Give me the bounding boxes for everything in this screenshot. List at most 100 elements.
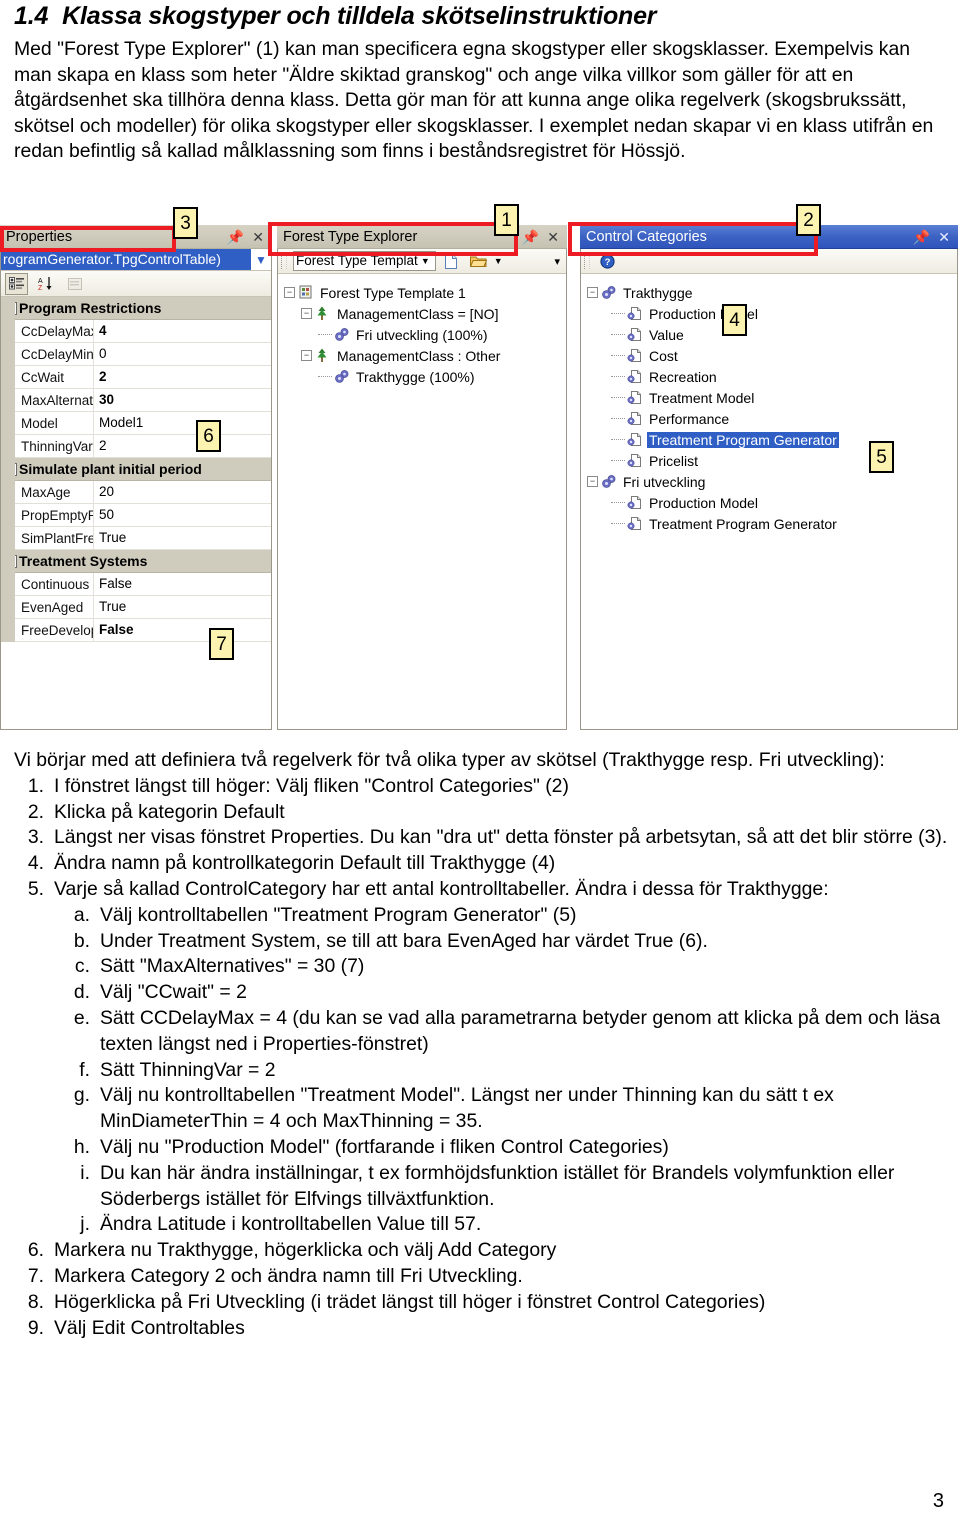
svg-text:?: ? (605, 257, 611, 268)
property-row[interactable]: EvenAged True (1, 596, 271, 619)
property-value[interactable]: 2 (93, 366, 271, 388)
substep-text: Ändra Latitude i kontrolltabellen Value … (100, 1213, 482, 1236)
tree-item[interactable]: Treatment Model (587, 387, 957, 408)
callout-3: 3 (173, 207, 198, 239)
tree-item[interactable]: Trakthygge (100%) (284, 366, 566, 387)
tree-connector (611, 375, 625, 378)
tree-item[interactable]: Pricelist (587, 450, 957, 471)
property-value[interactable]: 4 (93, 320, 271, 342)
step-text: I fönstret längst till höger: Välj flike… (54, 774, 569, 797)
property-value[interactable]: 0 (93, 343, 271, 365)
properties-object-value: rogramGenerator.TpgControlTable) (1, 249, 251, 270)
gears-icon (334, 369, 351, 384)
tree-collapse-icon[interactable]: − (284, 287, 295, 298)
tree-connector (611, 438, 625, 441)
tree-item[interactable]: − Trakthygge (587, 282, 957, 303)
alphabetical-sort-icon[interactable]: A Z (34, 273, 57, 295)
tree-item[interactable]: − ManagementClass : Other (284, 345, 566, 366)
close-icon[interactable]: ✕ (938, 230, 950, 244)
step-text: Högerklicka på Fri Utveckling (i trädet … (54, 1290, 766, 1313)
chevron-down-icon[interactable]: ▼ (494, 256, 503, 266)
property-value[interactable]: False (93, 573, 271, 595)
tree-item[interactable]: Value (587, 324, 957, 345)
control-table-icon (627, 453, 644, 468)
property-value[interactable]: 20 (93, 481, 271, 503)
tree-connector (611, 417, 625, 420)
property-value[interactable]: 50 (93, 504, 271, 526)
control-table-icon (627, 390, 644, 405)
property-group-header[interactable]: −Treatment Systems (1, 550, 271, 573)
intro-text: Med "Forest Type Explorer" (1) kan man s… (14, 38, 934, 163)
properties-toolbar: A Z (1, 271, 271, 297)
tree-item-label: Forest Type Template 1 (320, 284, 466, 301)
tree-item[interactable]: Performance (587, 408, 957, 429)
property-value[interactable]: True (93, 527, 271, 549)
instruction-substep: g. Välj nu kontrolltabellen "Treatment Mo… (54, 1083, 950, 1135)
close-icon[interactable]: ✕ (547, 230, 559, 244)
tree-item[interactable]: Recreation (587, 366, 957, 387)
tree-item[interactable]: Fri utveckling (100%) (284, 324, 566, 345)
section-number: 1.4 (14, 2, 49, 30)
property-row[interactable]: SimPlantFreeDTrue (1, 527, 271, 550)
tree-item[interactable]: Treatment Program Generator (587, 429, 957, 450)
callout-5: 5 (869, 441, 894, 473)
tree-collapse-icon[interactable]: − (587, 287, 598, 298)
substep-marker: f. (79, 1058, 90, 1081)
property-value[interactable]: True (93, 596, 271, 618)
property-value[interactable]: Model1 (93, 412, 271, 434)
tree-collapse-icon[interactable]: − (587, 476, 598, 487)
tree-item[interactable]: Treatment Program Generator (587, 513, 957, 534)
instruction-step: 3. Längst ner visas fönstret Properties. … (14, 825, 950, 851)
callout-3-label: 3 (180, 212, 191, 234)
control-table-icon (627, 432, 644, 447)
pin-icon[interactable]: 📌 (913, 230, 930, 244)
property-row[interactable]: Model Model1 (1, 412, 271, 435)
tree-item-label: Treatment Program Generator (649, 515, 837, 532)
instruction-substep: h. Välj nu "Production Model" (fortfarand… (54, 1135, 950, 1161)
property-row[interactable]: PropEmptyPlo50 (1, 504, 271, 527)
instruction-step: 8. Högerklicka på Fri Utveckling (i träde… (14, 1290, 950, 1316)
property-value[interactable]: 30 (93, 389, 271, 411)
tree-item[interactable]: − Fri utveckling (587, 471, 957, 492)
pin-icon[interactable]: 📌 (522, 230, 539, 244)
property-row[interactable]: CcDelayMin 0 (1, 343, 271, 366)
property-row[interactable]: Continuous False (1, 573, 271, 596)
tree-item[interactable]: Production Model (587, 303, 957, 324)
close-icon[interactable]: ✕ (252, 230, 264, 244)
tree-connector (611, 354, 625, 357)
highlight-box-fte (268, 222, 518, 256)
property-row[interactable]: CcWait 2 (1, 366, 271, 389)
control-categories-panel: Control Categories 📌 ✕ ? − Trakthygge Pr… (580, 225, 958, 730)
tree-item-label: Cost (649, 347, 678, 364)
properties-object-combo[interactable]: rogramGenerator.TpgControlTable) ▼ (1, 249, 271, 271)
property-group-header[interactable]: −Simulate plant initial period (1, 458, 271, 481)
tree-connector (611, 501, 625, 504)
property-row[interactable]: MaxAlternativ30 (1, 389, 271, 412)
pin-icon[interactable]: 📌 (227, 230, 244, 244)
property-group-header[interactable]: −Program Restrictions (1, 297, 271, 320)
instruction-step: 1. I fönstret längst till höger: Välj fli… (14, 774, 950, 800)
categorized-view-icon[interactable] (5, 272, 28, 295)
property-row[interactable]: ThinningVar 2 (1, 435, 271, 458)
property-value[interactable]: False (93, 619, 271, 641)
control-table-icon (627, 327, 644, 342)
callout-6: 6 (196, 420, 221, 452)
tree-item[interactable]: Production Model (587, 492, 957, 513)
tree-item[interactable]: − ManagementClass = [NO] (284, 303, 566, 324)
tree-collapse-icon[interactable]: − (301, 350, 312, 361)
property-row[interactable]: CcDelayMax 4 (1, 320, 271, 343)
tree-item[interactable]: − Forest Type Template 1 (284, 282, 566, 303)
tree-collapse-icon[interactable]: − (301, 308, 312, 319)
step-marker: 5. (27, 877, 44, 900)
template-icon (298, 285, 315, 300)
tree-item[interactable]: Cost (587, 345, 957, 366)
substep-marker: a. (73, 903, 90, 926)
property-value[interactable]: 2 (93, 435, 271, 457)
cc-body: ? − Trakthygge Production Model Value Cost Re… (580, 249, 958, 730)
callout-4: 4 (722, 304, 747, 336)
control-table-icon (627, 495, 644, 510)
substep-indent (14, 903, 54, 1238)
toolbar-overflow-icon[interactable]: ▾ (554, 255, 563, 268)
tree-connector (611, 459, 625, 462)
property-row[interactable]: MaxAge 20 (1, 481, 271, 504)
